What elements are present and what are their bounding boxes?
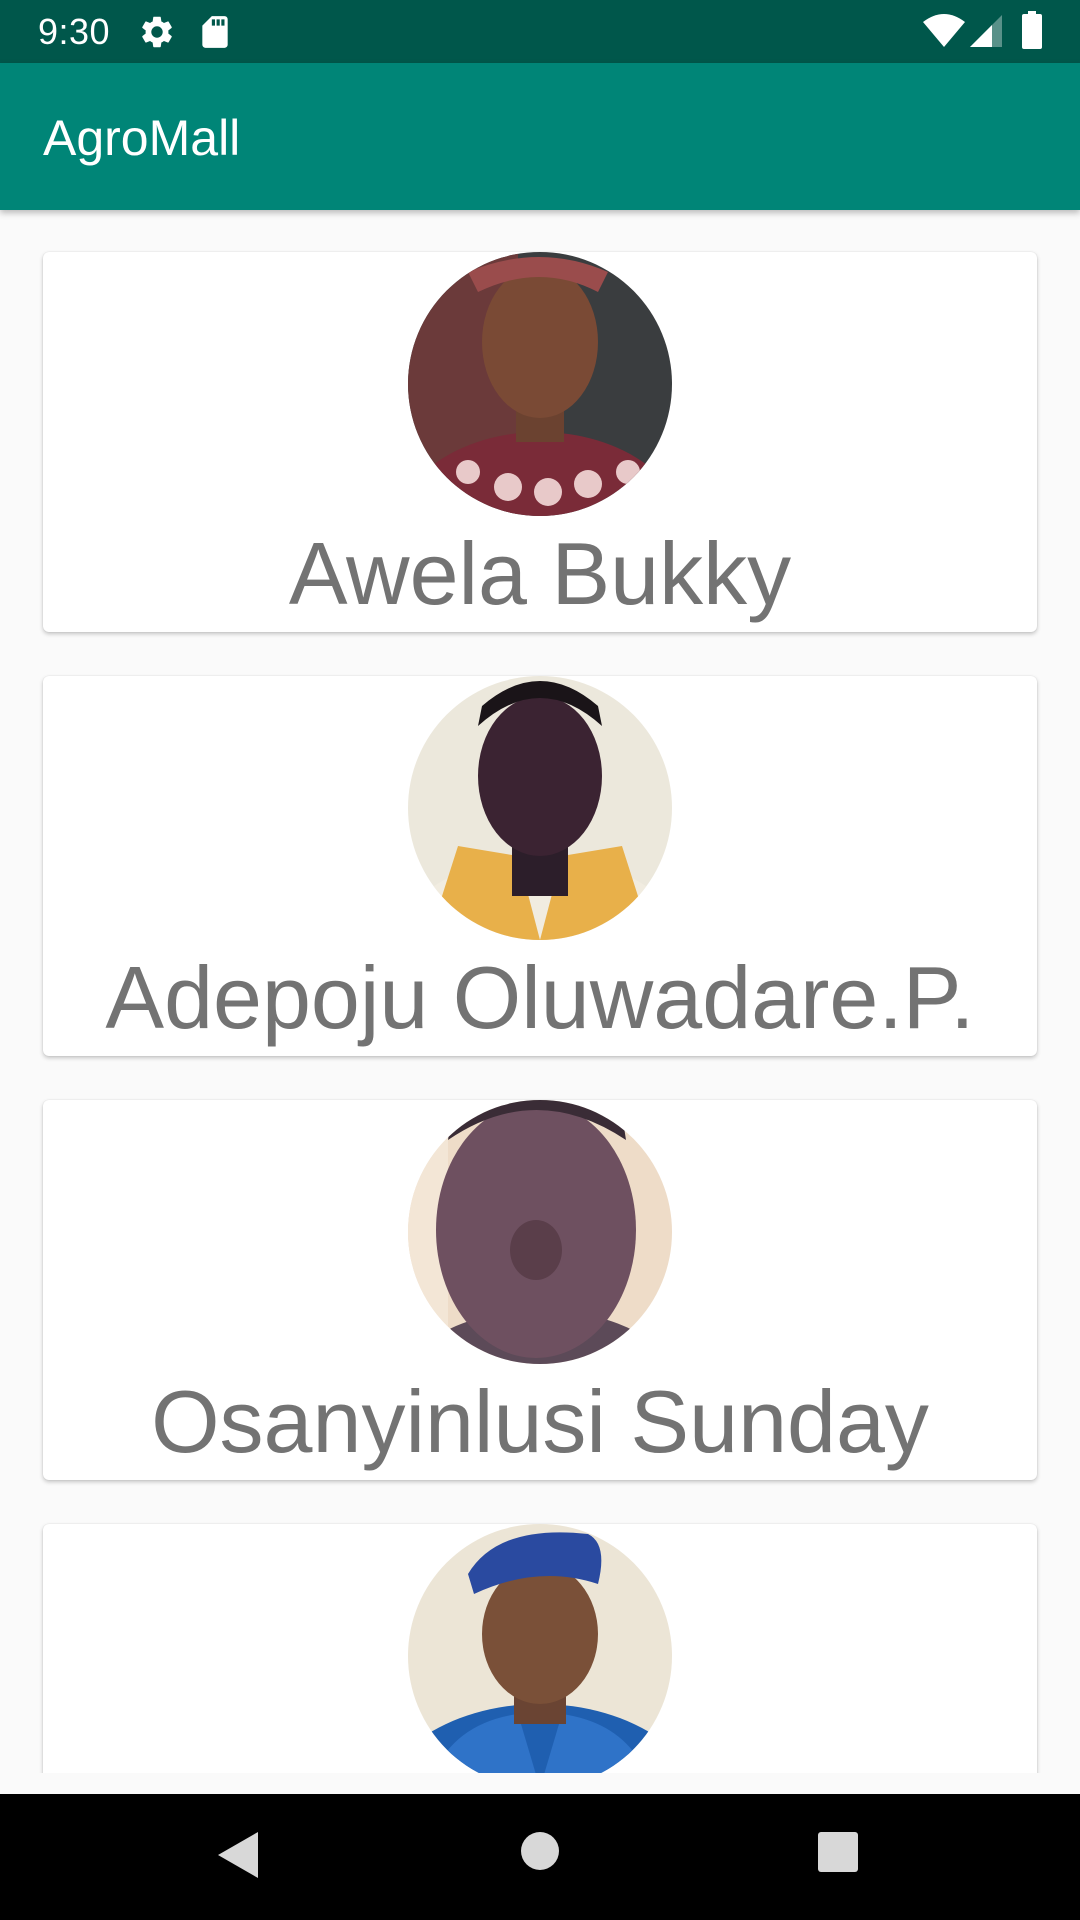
- avatar-photo: [408, 252, 672, 516]
- home-icon[interactable]: [520, 1831, 560, 1876]
- gear-icon: [138, 13, 176, 56]
- farmer-card[interactable]: [43, 1524, 1037, 1773]
- back-icon[interactable]: [216, 1830, 260, 1885]
- farmer-list[interactable]: Awela Bukky Adepoju Oluwadare.P. Osanyin…: [0, 210, 1080, 1773]
- avatar-photo: [408, 1524, 672, 1773]
- farmer-name: Adepoju Oluwadare.P.: [105, 948, 975, 1047]
- sd-card-icon: [196, 13, 234, 56]
- recents-icon[interactable]: [818, 1832, 858, 1877]
- wifi-icon: [922, 14, 966, 53]
- avatar-photo: [408, 1100, 672, 1364]
- battery-icon: [1022, 11, 1042, 54]
- farmer-card[interactable]: Adepoju Oluwadare.P.: [43, 676, 1037, 1056]
- navigation-bar: [0, 1794, 1080, 1920]
- status-bar: 9:30: [0, 0, 1080, 63]
- app-bar: AgroMall: [0, 63, 1080, 210]
- farmer-name: Awela Bukky: [288, 524, 792, 623]
- status-time: 9:30: [38, 11, 111, 52]
- farmer-card[interactable]: Awela Bukky: [43, 252, 1037, 632]
- signal-icon: [968, 13, 1004, 54]
- app-title: AgroMall: [43, 110, 241, 166]
- farmer-card[interactable]: Osanyinlusi Sunday: [43, 1100, 1037, 1480]
- farmer-name: Osanyinlusi Sunday: [151, 1372, 929, 1471]
- avatar-photo: [408, 676, 672, 940]
